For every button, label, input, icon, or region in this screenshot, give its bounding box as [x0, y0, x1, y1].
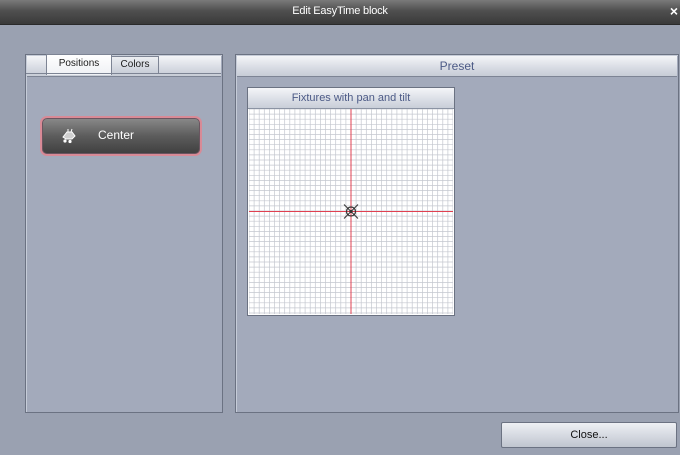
tab-positions[interactable]: Positions — [46, 54, 112, 75]
center-button[interactable]: Center — [40, 116, 202, 156]
window-titlebar[interactable]: Edit EasyTime block × — [0, 0, 680, 25]
pan-tilt-icon — [62, 128, 76, 144]
pan-tilt-grid[interactable] — [248, 108, 454, 314]
close-icon[interactable]: × — [670, 3, 678, 19]
window-title: Edit EasyTime block — [292, 5, 388, 17]
preset-header: Preset — [237, 56, 677, 77]
pan-tilt-grid-canvas[interactable] — [248, 108, 454, 314]
palette-panel: Palette — [25, 54, 223, 413]
center-button-label: Center — [98, 128, 135, 142]
close-button[interactable]: Close... — [501, 422, 677, 448]
tab-divider — [26, 73, 221, 74]
tab-colors[interactable]: Colors — [111, 56, 159, 73]
pan-tilt-fixture-box: Fixtures with pan and tilt — [247, 87, 455, 316]
position-marker-icon — [343, 204, 359, 219]
fixture-panel-title: Fixtures with pan and tilt — [248, 88, 454, 109]
